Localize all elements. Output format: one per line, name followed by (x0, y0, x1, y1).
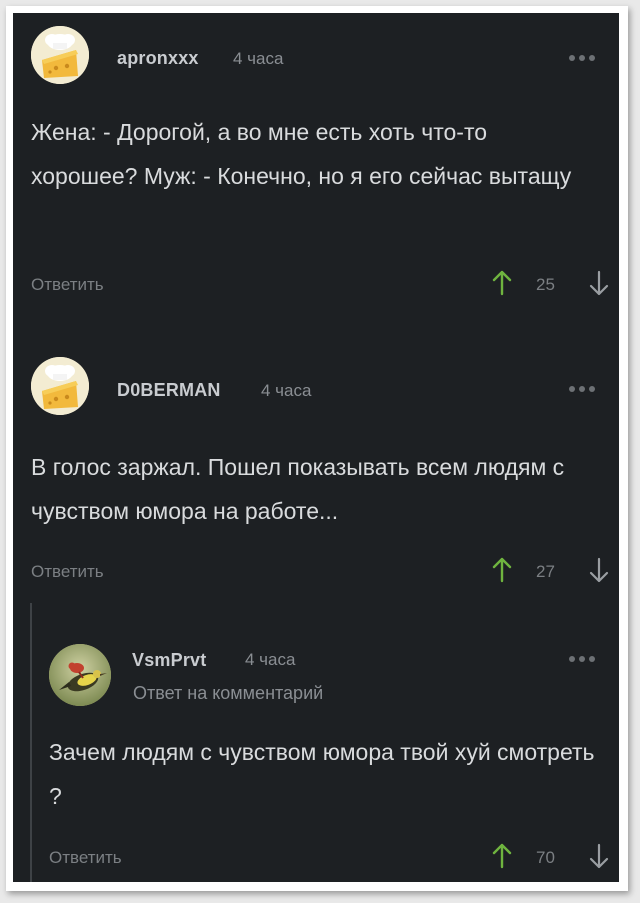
username[interactable]: VsmPrvt (132, 650, 206, 671)
more-dots-icon[interactable] (569, 656, 595, 662)
comment-text: В голос заржал. Пошел показывать всем лю… (31, 454, 565, 524)
cheese-chef-avatar[interactable] (31, 357, 89, 415)
downvote-arrow-icon[interactable] (589, 843, 609, 869)
timestamp: 4 часа (233, 49, 284, 68)
reply-button[interactable]: Ответить (31, 275, 104, 295)
score: 25 (536, 275, 555, 294)
comment-text: Зачем людям с чувством юмора твой хуй см… (49, 739, 595, 809)
upvote-arrow-icon[interactable] (492, 557, 512, 583)
upvote-arrow-icon[interactable] (492, 843, 512, 869)
comment-text: Жена: - Дорогой, а во мне есть хоть что-… (31, 119, 572, 189)
downvote-arrow-icon[interactable] (589, 557, 609, 583)
downvote-arrow-icon[interactable] (589, 270, 609, 296)
score: 70 (536, 848, 555, 867)
bird-avatar[interactable] (49, 644, 111, 706)
cheese-chef-avatar[interactable] (31, 26, 89, 84)
username[interactable]: apronxxx (117, 48, 199, 69)
more-dots-icon[interactable] (569, 386, 595, 392)
reply-to-link[interactable]: Ответ на комментарий (133, 683, 323, 704)
timestamp: 4 часа (261, 381, 312, 400)
reply-button[interactable]: Ответить (49, 848, 122, 868)
timestamp: 4 часа (245, 650, 296, 669)
upvote-arrow-icon[interactable] (492, 270, 512, 296)
comments-panel: apronxxx 4 часа Жена: - Дорогой, а во мн… (13, 13, 619, 882)
score: 27 (536, 562, 555, 581)
username[interactable]: D0BERMAN (117, 380, 221, 401)
more-dots-icon[interactable] (569, 55, 595, 61)
thread-line (30, 603, 32, 882)
reply-button[interactable]: Ответить (31, 562, 104, 582)
